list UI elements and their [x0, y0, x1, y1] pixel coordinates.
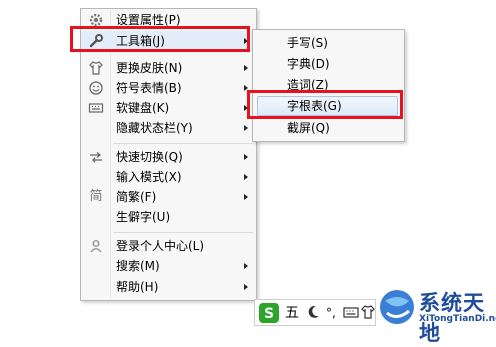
submenu-arrow-icon — [244, 284, 248, 290]
simplified-char-icon: 简 — [89, 189, 103, 204]
submenu-item-label: 手写(S) — [287, 36, 328, 50]
menu-item-search[interactable]: 搜索(M) — [81, 256, 256, 276]
menu-item-change-skin[interactable]: 更换皮肤(N) — [81, 58, 256, 78]
submenu-item-label: 截屏(Q) — [287, 121, 330, 135]
submenu-arrow-icon — [244, 154, 248, 160]
keyboard-icon[interactable] — [343, 304, 359, 322]
submenu-arrow-icon — [244, 65, 248, 71]
keyboard-icon — [88, 100, 104, 116]
menu-item-label: 帮助(H) — [116, 280, 159, 294]
menu-item-soft-keyboard[interactable]: 软键盘(K) — [81, 98, 256, 118]
menu-item-symbols[interactable]: 符号表情(B) — [81, 78, 256, 98]
menu-item-label: 简繁(F) — [116, 190, 157, 204]
submenu-arrow-icon — [244, 174, 248, 180]
menu-item-label: 隐藏状态栏(Y) — [116, 121, 193, 135]
submenu-item-dictionary[interactable]: 字典(D) — [253, 54, 404, 74]
submenu-arrow-icon — [244, 194, 248, 200]
menu-separator — [113, 143, 253, 144]
menu-item-label: 软键盘(K) — [116, 101, 170, 115]
input-mode-label[interactable]: 五 — [285, 304, 299, 322]
menu-item-hide-statusbar[interactable]: 隐藏状态栏(Y) — [81, 118, 256, 138]
user-icon — [88, 238, 104, 254]
menu-item-label: 符号表情(B) — [116, 81, 182, 95]
submenu-item-handwriting[interactable]: 手写(S) — [253, 33, 404, 53]
menu-item-label: 快速切换(Q) — [116, 150, 183, 164]
shirt-icon[interactable] — [361, 304, 375, 322]
submenu-arrow-icon — [244, 125, 248, 131]
menu-item-quick-switch[interactable]: 快速切换(Q) — [81, 147, 256, 167]
menu-separator — [113, 232, 253, 233]
shirt-icon — [88, 60, 104, 76]
moon-icon[interactable] — [307, 304, 321, 322]
menu-item-login[interactable]: 登录个人中心(L) — [81, 236, 256, 256]
submenu-item-label: 字典(D) — [287, 57, 330, 71]
menu-item-simplified-traditional[interactable]: 简 简繁(F) — [81, 187, 256, 207]
menu-item-label: 登录个人中心(L) — [116, 239, 205, 253]
submenu-item-screenshot[interactable]: 截屏(Q) — [253, 118, 404, 138]
menu-item-label: 更换皮肤(N) — [116, 61, 183, 75]
ime-status-bar: S 五 °, — [254, 299, 376, 326]
menu-item-rare-characters[interactable]: 生僻字(U) — [81, 207, 256, 227]
annotation-highlight-box — [247, 90, 403, 119]
toolbox-submenu: 手写(S) 字典(D) 造词(Z) 字根表(G) 截屏(Q) — [252, 29, 405, 142]
menu-item-help[interactable]: 帮助(H) — [81, 277, 256, 297]
punctuation-mode-label[interactable]: °, — [326, 304, 336, 322]
sogou-s-logo-icon[interactable]: S — [258, 302, 280, 323]
menu-item-input-mode[interactable]: 输入模式(X) — [81, 167, 256, 187]
submenu-arrow-icon — [244, 263, 248, 269]
smiley-icon — [88, 80, 104, 96]
watermark-logo: 系统天地 XiTongTianDi.net — [375, 285, 496, 345]
annotation-highlight-box — [70, 26, 250, 52]
watermark-url: XiTongTianDi.net — [419, 314, 496, 324]
watermark-globe-icon — [380, 290, 414, 324]
svg-text:S: S — [264, 306, 274, 322]
menu-item-label: 生僻字(U) — [116, 210, 171, 224]
switch-arrows-icon — [88, 149, 104, 165]
menu-item-label: 搜索(M) — [116, 259, 160, 273]
menu-item-label: 输入模式(X) — [116, 170, 182, 184]
